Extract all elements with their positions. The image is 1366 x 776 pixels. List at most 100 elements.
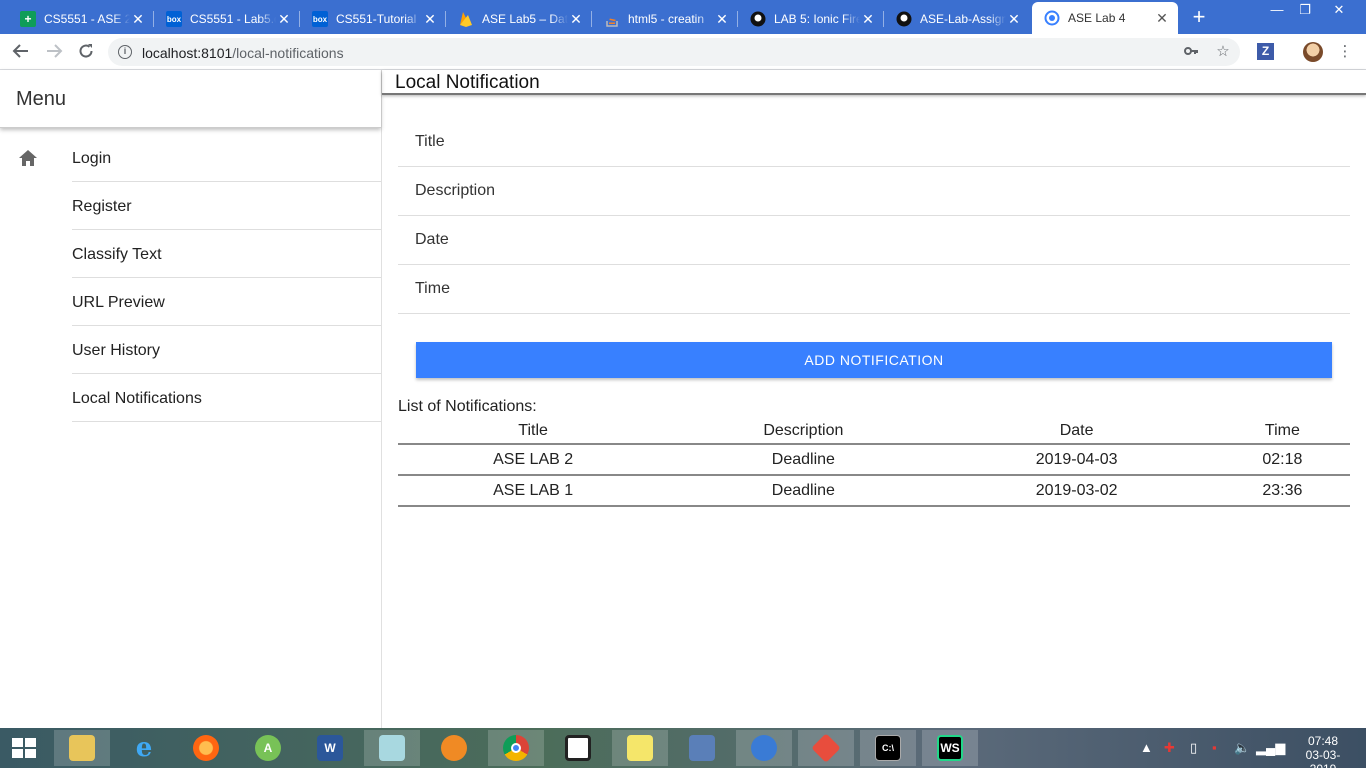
zotero-extension-icon[interactable]: Z bbox=[1257, 43, 1274, 60]
acrobat-tray-icon[interactable]: ✚ bbox=[1164, 740, 1175, 756]
address-bar[interactable]: i localhost:8101/local-notifications bbox=[108, 38, 1240, 66]
firefox-icon[interactable] bbox=[178, 730, 234, 766]
date-field[interactable]: Date bbox=[398, 216, 1350, 265]
git-icon[interactable] bbox=[798, 730, 854, 766]
tray-expand-icon[interactable]: ▲ bbox=[1140, 740, 1153, 755]
menu-item-login[interactable]: Login bbox=[0, 134, 381, 182]
notepad-icon[interactable] bbox=[364, 730, 420, 766]
wifi-icon[interactable]: ▂▄▆ bbox=[1256, 740, 1285, 756]
date-input[interactable] bbox=[518, 226, 1338, 254]
forward-icon[interactable] bbox=[43, 42, 65, 64]
window-close-icon[interactable]: ✕ bbox=[1324, 0, 1354, 22]
close-tab-icon[interactable]: ✕ bbox=[860, 11, 876, 28]
table-row: ASE LAB 1 Deadline 2019-03-02 23:36 bbox=[398, 475, 1350, 507]
system-tray: ▲ ✚ ▯ ▪ 🔈 ▂▄▆ 07:48 03-03-2019 bbox=[1126, 728, 1366, 776]
stackoverflow-icon bbox=[604, 11, 620, 27]
page-title: Local Notification bbox=[395, 72, 540, 93]
cell-title: ASE LAB 1 bbox=[398, 475, 669, 507]
chrome-icon[interactable] bbox=[488, 730, 544, 766]
internet-explorer-icon[interactable]: e bbox=[116, 730, 172, 766]
network-icon[interactable] bbox=[674, 730, 730, 766]
word-icon[interactable]: W bbox=[302, 730, 358, 766]
time-field[interactable]: Time bbox=[398, 265, 1350, 314]
sheets-icon: + bbox=[20, 11, 36, 27]
description-input[interactable] bbox=[518, 177, 1338, 205]
back-icon[interactable] bbox=[10, 42, 32, 64]
github-icon bbox=[750, 11, 766, 27]
menu-item-register[interactable]: Register bbox=[0, 182, 381, 230]
close-tab-icon[interactable]: ✕ bbox=[276, 11, 292, 28]
browser-tab[interactable]: LAB 5: Ionic Fire ✕ bbox=[738, 4, 884, 34]
table-row: ASE LAB 2 Deadline 2019-04-03 02:18 bbox=[398, 444, 1350, 476]
firebase-icon bbox=[458, 11, 474, 27]
minimize-icon[interactable]: — bbox=[1262, 0, 1292, 22]
title-field[interactable]: Title bbox=[398, 118, 1350, 167]
title-input[interactable] bbox=[518, 128, 1338, 156]
cell-description: Deadline bbox=[668, 475, 939, 507]
column-header-time: Time bbox=[1214, 418, 1350, 445]
android-studio-icon[interactable]: A bbox=[240, 730, 296, 766]
close-tab-icon[interactable]: ✕ bbox=[714, 11, 730, 28]
box-icon: box bbox=[166, 11, 182, 27]
close-tab-icon[interactable]: ✕ bbox=[130, 11, 146, 28]
battery-icon[interactable]: ▯ bbox=[1190, 740, 1197, 756]
browser-toolbar: i localhost:8101/local-notifications ☆ Z… bbox=[0, 34, 1366, 70]
browser-tabstrip: + CS5551 - ASE 2 ✕ box CS5551 - Lab5.d ✕… bbox=[0, 0, 1366, 34]
notifications-table: Title Description Date Time ASE LAB 2 De… bbox=[398, 418, 1350, 507]
browser-tab-active[interactable]: ASE Lab 4 ✕ bbox=[1032, 2, 1178, 34]
windows-taskbar: e A W C:\ WS ▲ ✚ ▯ ▪ 🔈 ▂▄▆ 07:48 03-03-2… bbox=[0, 728, 1366, 776]
restore-icon[interactable]: ❐ bbox=[1290, 0, 1320, 22]
page-header: Local Notification bbox=[382, 70, 1366, 95]
close-tab-icon[interactable]: ✕ bbox=[422, 11, 438, 28]
terminal-icon[interactable] bbox=[550, 730, 606, 766]
time-input[interactable] bbox=[518, 275, 1338, 303]
column-header-description: Description bbox=[668, 418, 939, 445]
windows-start-icon[interactable] bbox=[8, 736, 40, 760]
close-tab-icon[interactable]: ✕ bbox=[568, 11, 584, 28]
webstorm-icon[interactable]: WS bbox=[922, 730, 978, 766]
url-text[interactable]: localhost:8101/local-notifications bbox=[142, 45, 344, 61]
home-icon bbox=[19, 150, 37, 166]
tray-app-icon[interactable]: ▪ bbox=[1212, 740, 1217, 755]
sticky-notes-icon[interactable] bbox=[612, 730, 668, 766]
vlc-icon[interactable] bbox=[426, 730, 482, 766]
taskbar-clock[interactable]: 07:48 03-03-2019 bbox=[1298, 734, 1348, 776]
more-menu-icon[interactable]: ⋮ bbox=[1336, 43, 1354, 61]
ionic-app: Menu Login Register Classify Text URL Pr… bbox=[0, 70, 1366, 728]
new-tab-button[interactable]: + bbox=[1188, 6, 1210, 28]
cell-date: 2019-03-02 bbox=[938, 475, 1215, 507]
browser-tab[interactable]: ASE-Lab-Assign ✕ bbox=[884, 4, 1030, 34]
box-icon: box bbox=[312, 11, 328, 27]
menu-item-user-history[interactable]: User History bbox=[0, 326, 381, 374]
browser-tab[interactable]: ASE Lab5 – Dat ✕ bbox=[446, 4, 592, 34]
bookmark-star-icon[interactable]: ☆ bbox=[1214, 43, 1232, 61]
music-icon[interactable] bbox=[736, 730, 792, 766]
menu-item-url-preview[interactable]: URL Preview bbox=[0, 278, 381, 326]
file-explorer-icon[interactable] bbox=[54, 730, 110, 766]
main-content: Local Notification Title Description Dat… bbox=[382, 70, 1366, 728]
cmd-icon[interactable]: C:\ bbox=[860, 730, 916, 766]
menu-item-local-notifications[interactable]: Local Notifications bbox=[0, 374, 381, 422]
description-field[interactable]: Description bbox=[398, 167, 1350, 216]
column-header-title: Title bbox=[398, 418, 669, 445]
reload-icon[interactable] bbox=[75, 42, 97, 64]
close-tab-icon[interactable]: ✕ bbox=[1154, 10, 1170, 27]
cell-time: 02:18 bbox=[1214, 444, 1350, 476]
column-header-date: Date bbox=[938, 418, 1215, 445]
menu-title: Menu bbox=[16, 88, 67, 110]
browser-tab[interactable]: html5 - creatin ✕ bbox=[592, 4, 738, 34]
add-notification-button[interactable]: ADD NOTIFICATION bbox=[416, 342, 1332, 378]
browser-tab[interactable]: + CS5551 - ASE 2 ✕ bbox=[8, 4, 154, 34]
info-icon[interactable]: i bbox=[118, 45, 132, 59]
browser-tab[interactable]: box CS5551 - Lab5.d ✕ bbox=[154, 4, 300, 34]
volume-icon[interactable]: 🔈 bbox=[1234, 740, 1250, 756]
cell-title: ASE LAB 2 bbox=[398, 444, 669, 476]
close-tab-icon[interactable]: ✕ bbox=[1006, 11, 1022, 28]
browser-tab[interactable]: box CS551-Tutorial ✕ bbox=[300, 4, 446, 34]
menu-list: Login Register Classify Text URL Preview… bbox=[0, 134, 381, 422]
key-icon[interactable] bbox=[1182, 43, 1200, 61]
profile-avatar[interactable] bbox=[1303, 42, 1323, 62]
menu-item-classify-text[interactable]: Classify Text bbox=[0, 230, 381, 278]
cell-date: 2019-04-03 bbox=[938, 444, 1215, 476]
ionic-icon bbox=[1044, 10, 1060, 26]
